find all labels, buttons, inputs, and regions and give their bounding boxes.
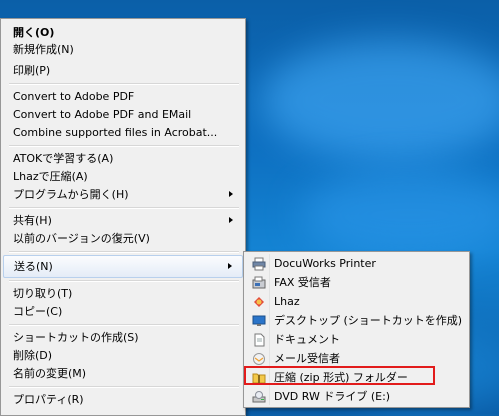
menu-item-label: 名前の変更(M)	[13, 367, 87, 380]
menu-item-open-with[interactable]: プログラムから開く(H)	[3, 184, 243, 205]
submenu-item-label: FAX 受信者	[274, 276, 331, 289]
documents-icon	[254, 333, 265, 347]
menu-item-label: プロパティ(R)	[13, 393, 84, 406]
desktop-icon	[252, 315, 266, 326]
submenu-item-label: DocuWorks Printer	[274, 257, 376, 270]
menu-item-label: 以前のバージョンの復元(V)	[13, 232, 150, 245]
menu-item-label: 印刷(P)	[13, 64, 51, 77]
menu-separator	[9, 280, 239, 282]
submenu-item-label: DVD RW ドライブ (E:)	[274, 390, 391, 403]
send-to-desktop[interactable]: デスクトップ (ショートカットを作成)	[246, 311, 467, 331]
printer-icon	[252, 257, 266, 271]
menu-item-rename[interactable]: 名前の変更(M)	[3, 363, 243, 384]
menu-item-send-to[interactable]: 送る(N)	[3, 255, 243, 278]
lhaz-icon	[254, 297, 264, 307]
menu-separator	[9, 207, 239, 209]
send-to-documents[interactable]: ドキュメント	[246, 330, 467, 350]
send-to-lhaz[interactable]: Lhaz	[246, 292, 467, 312]
menu-item-restore-versions[interactable]: 以前のバージョンの復元(V)	[3, 228, 243, 249]
highlight-annotation-box	[244, 366, 435, 385]
fax-icon	[252, 276, 266, 289]
menu-separator	[9, 145, 239, 147]
menu-item-label: Combine supported files in Acrobat...	[13, 126, 218, 139]
menu-separator	[9, 83, 239, 85]
menu-item-print[interactable]: 印刷(P)	[3, 60, 243, 81]
menu-item-copy[interactable]: コピー(C)	[3, 301, 243, 322]
menu-item-new[interactable]: 新規作成(N)	[3, 39, 243, 60]
menu-separator	[9, 386, 239, 388]
submenu-item-label: Lhaz	[274, 295, 300, 308]
mail-icon	[253, 353, 265, 365]
menu-item-label: プログラムから開く(H)	[13, 188, 129, 201]
context-menu: 開く(O) 新規作成(N) 印刷(P) Convert to Adobe PDF…	[0, 18, 246, 416]
menu-separator	[9, 324, 239, 326]
dvd-drive-icon	[252, 391, 266, 403]
submenu-item-label: デスクトップ (ショートカットを作成)	[274, 314, 463, 327]
submenu-arrow-icon	[228, 263, 232, 269]
menu-item-label: コピー(C)	[13, 305, 63, 318]
send-to-dvd-drive[interactable]: DVD RW ドライブ (E:)	[246, 387, 467, 407]
submenu-item-label: ドキュメント	[274, 333, 340, 346]
menu-item-label: 送る(N)	[14, 260, 53, 273]
menu-item-combine-acrobat[interactable]: Combine supported files in Acrobat...	[3, 122, 243, 143]
send-to-fax[interactable]: FAX 受信者	[246, 273, 467, 293]
submenu-arrow-icon	[229, 191, 233, 197]
send-to-docuworks-printer[interactable]: DocuWorks Printer	[246, 254, 467, 274]
menu-item-label: 新規作成(N)	[13, 43, 74, 56]
wallpaper-glow	[260, 40, 499, 160]
menu-item-properties[interactable]: プロパティ(R)	[3, 389, 243, 410]
submenu-arrow-icon	[229, 217, 233, 223]
menu-separator	[9, 251, 239, 253]
wallpaper-glow	[300, 170, 499, 260]
